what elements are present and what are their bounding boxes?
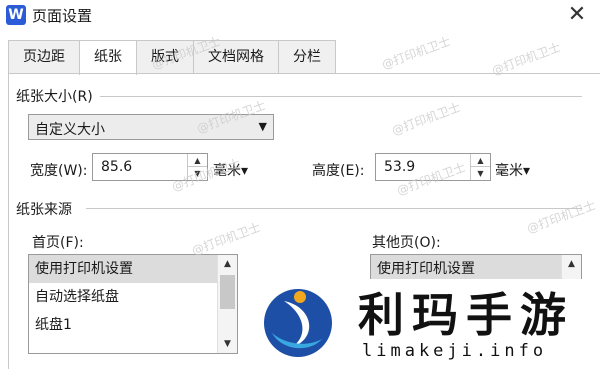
first-page-label: 首页(F): (32, 235, 84, 251)
scroll-up-icon[interactable]: ▲ (562, 255, 581, 273)
brand-name: 利玛手游 (358, 288, 574, 342)
section-divider (100, 96, 582, 97)
first-page-listbox[interactable]: 使用打印机设置 自动选择纸盘 纸盘1 ▲ ▼ (28, 254, 238, 354)
list-item[interactable]: 纸盘1 (29, 311, 237, 339)
list-item[interactable]: 自动选择纸盘 (29, 283, 237, 311)
other-pages-label: 其他页(O): (372, 235, 441, 251)
scroll-up-icon[interactable]: ▲ (218, 255, 237, 273)
height-unit-select[interactable]: 毫米▾ (495, 160, 530, 180)
tab-margins[interactable]: 页边距 (8, 40, 80, 74)
brand-logo-icon (264, 289, 332, 357)
site-logo-overlay: 利玛手游 limakeji.info (256, 279, 600, 369)
tab-columns[interactable]: 分栏 (278, 40, 336, 74)
paper-source-section-title: 纸张来源 (16, 199, 76, 219)
paper-size-value: 自定义大小 (35, 122, 105, 138)
tab-paper[interactable]: 纸张 (79, 40, 137, 75)
height-label: 高度(E): (312, 163, 365, 179)
height-value[interactable]: 53.9 (384, 159, 415, 175)
width-label: 宽度(W): (30, 163, 88, 179)
height-decrement-icon[interactable]: ▼ (471, 167, 490, 180)
section-divider (86, 208, 582, 209)
close-icon: ✕ (567, 2, 587, 27)
title-bar: W 页面设置 ✕ (0, 0, 600, 34)
brand-domain: limakeji.info (362, 341, 548, 361)
height-increment-icon[interactable]: ▲ (471, 154, 490, 167)
dialog-title: 页面设置 (32, 7, 93, 25)
close-button[interactable]: ✕ (564, 2, 590, 28)
list-item[interactable]: 使用打印机设置 (29, 255, 237, 283)
watermark-text: @打印机卫士 (379, 34, 453, 72)
scroll-down-icon[interactable]: ▼ (218, 335, 237, 353)
paper-size-section-title: 纸张大小(R) (16, 86, 97, 106)
width-value[interactable]: 85.6 (101, 159, 132, 175)
wps-writer-icon: W (6, 5, 26, 25)
dropdown-arrow-icon: ▼ (258, 120, 267, 133)
scroll-thumb[interactable] (220, 275, 235, 309)
listbox-scrollbar[interactable]: ▲ ▼ (217, 255, 237, 353)
